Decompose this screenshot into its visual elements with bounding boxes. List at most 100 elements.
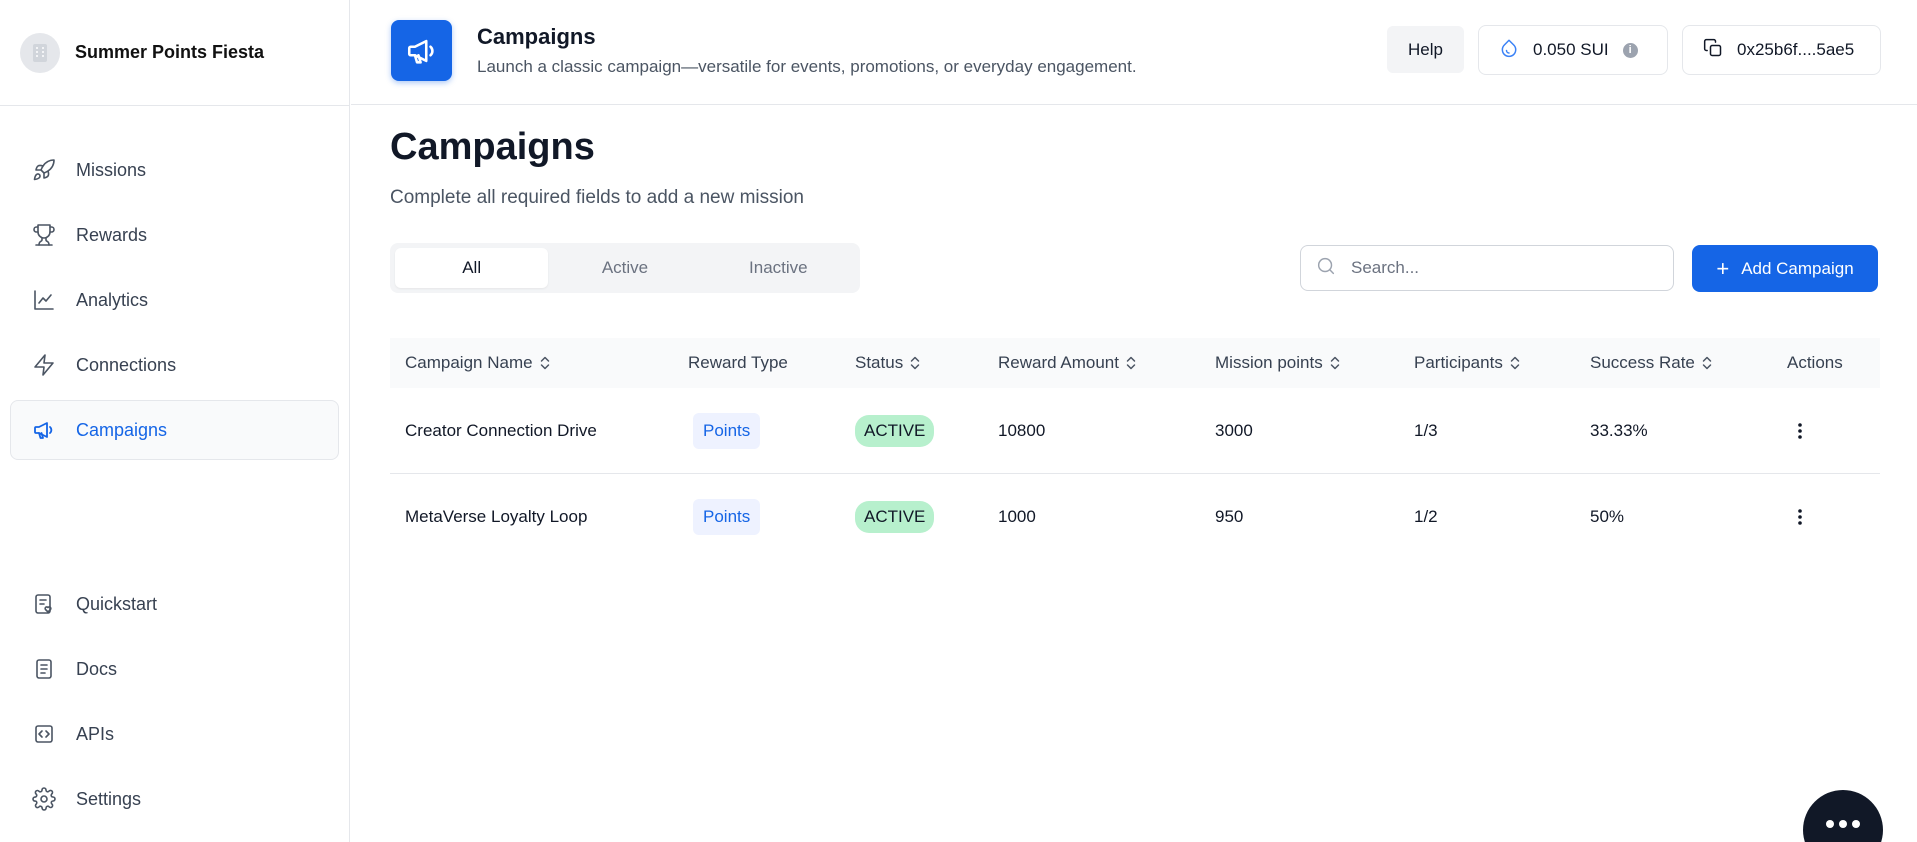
mission-points: 3000 [1215,421,1253,440]
sidebar-item-label: Missions [76,159,147,180]
page-subtitle: Complete all required fields to add a ne… [390,187,804,208]
column-header-actions: Actions [1787,353,1843,373]
sort-icon [1125,355,1137,371]
sidebar-item-label: Settings [76,788,142,809]
column-label: Status [855,353,904,372]
column-label: Actions [1787,353,1843,372]
sidebar-item-apis[interactable]: APIs [10,704,339,764]
sort-icon [539,355,551,371]
sidebar-item-rewards[interactable]: Rewards [10,205,339,265]
trophy-icon [31,222,57,248]
building-icon [33,43,47,62]
lightning-icon [31,352,57,378]
droplet-icon [1499,38,1519,63]
column-header-reward-amount[interactable]: Reward Amount [998,353,1137,373]
tab-active[interactable]: Active [548,248,701,288]
sidebar-item-docs[interactable]: Docs [10,639,339,699]
add-campaign-label: Add Campaign [1741,258,1854,278]
column-header-success-rate[interactable]: Success Rate [1590,353,1713,373]
sidebar-item-missions[interactable]: Missions [10,140,339,200]
column-label: Success Rate [1590,353,1695,372]
sidebar-item-label: Rewards [76,224,148,245]
sidebar-item-label: Analytics [76,289,149,310]
balance-button[interactable]: 0.050 SUI i [1478,25,1668,75]
column-label: Participants [1414,353,1503,372]
sort-icon [1329,355,1341,371]
brand-name: Summer Points Fiesta [75,42,265,62]
sort-icon [1509,355,1521,371]
search-input[interactable] [1351,258,1651,278]
status-badge: ACTIVE [855,415,935,447]
more-options-icon[interactable] [1788,419,1812,443]
page-title: Campaigns [390,126,595,168]
sidebar-nav: Missions Rewards Analytics Connections C… [10,140,339,465]
info-icon[interactable]: i [1622,42,1638,58]
gear-icon [31,786,57,812]
status-cell: ACTIVE [855,474,935,560]
column-label: Reward Type [688,353,788,372]
header-title: Campaigns [477,24,596,49]
campaign-name: Creator Connection Drive [405,421,597,440]
campaign-name: MetaVerse Loyalty Loop [405,507,588,526]
wallet-address-button[interactable]: 0x25b6f....5ae5 [1682,25,1881,75]
sidebar-item-settings[interactable]: Settings [10,769,339,829]
column-header-status[interactable]: Status [855,353,921,373]
rocket-icon [31,157,57,183]
status-badge: ACTIVE [855,501,935,533]
column-header-mission-points[interactable]: Mission points [1215,353,1341,373]
document-icon [31,656,57,682]
brand-logo [20,32,60,73]
tab-all[interactable]: All [395,248,549,288]
sidebar-item-quickstart[interactable]: Quickstart [10,574,339,634]
success-rate: 50% [1590,507,1625,526]
sidebar-item-campaigns[interactable]: Campaigns [10,400,339,460]
sidebar-item-label: APIs [76,723,115,744]
plus-icon: + [1716,255,1730,281]
tab-inactive[interactable]: Inactive [702,248,855,288]
reward-amount: 1000 [998,507,1036,526]
help-button[interactable]: Help [1387,26,1464,73]
actions-cell [1788,388,1812,474]
participants: 1/2 [1414,507,1438,526]
sort-icon [909,355,921,371]
table-row[interactable]: MetaVerse Loyalty Loop Points ACTIVE 100… [390,474,1880,560]
sidebar-item-label: Campaigns [76,419,168,440]
header-subtitle: Launch a classic campaign—versatile for … [477,57,1137,76]
sidebar-item-label: Docs [76,658,118,679]
reward-type-cell: Points [693,388,761,474]
column-header-reward-type: Reward Type [688,353,788,373]
mission-points: 950 [1215,507,1244,526]
success-rate: 33.33% [1590,421,1648,440]
filter-tabs: All Active Inactive [390,243,860,293]
reward-type-cell: Points [693,474,761,560]
participants: 1/3 [1414,421,1438,440]
search-icon [1315,255,1337,282]
megaphone-icon [391,20,452,81]
search-box [1300,245,1674,291]
table-header: Campaign Name Reward Type Status Reward … [390,338,1880,388]
sidebar-item-label: Quickstart [76,593,158,614]
more-options-icon[interactable] [1788,505,1812,529]
column-header-campaign-name[interactable]: Campaign Name [405,353,551,373]
ellipsis-icon [1825,816,1861,834]
sidebar: Summer Points Fiesta Missions Rewards An… [0,0,350,842]
status-cell: ACTIVE [855,388,935,474]
column-header-participants[interactable]: Participants [1414,353,1521,373]
chat-widget-button[interactable] [1803,790,1883,842]
sidebar-bottom-nav: Quickstart Docs APIs Settings [10,574,339,834]
copy-icon [1703,38,1723,63]
code-icon [31,721,57,747]
clipboard-heart-icon [31,591,57,617]
reward-type-badge: Points [693,413,761,449]
brand[interactable]: Summer Points Fiesta [0,0,349,106]
column-label: Mission points [1215,353,1323,372]
balance-value: 0.050 SUI [1533,40,1609,59]
sidebar-item-analytics[interactable]: Analytics [10,270,339,330]
reward-amount: 10800 [998,421,1046,440]
top-header: Campaigns Launch a classic campaign—vers… [351,0,1917,105]
megaphone-icon [31,417,57,443]
chart-line-icon [31,287,57,313]
table-row[interactable]: Creator Connection Drive Points ACTIVE 1… [390,388,1880,474]
add-campaign-button[interactable]: + Add Campaign [1692,245,1878,292]
sidebar-item-connections[interactable]: Connections [10,335,339,395]
